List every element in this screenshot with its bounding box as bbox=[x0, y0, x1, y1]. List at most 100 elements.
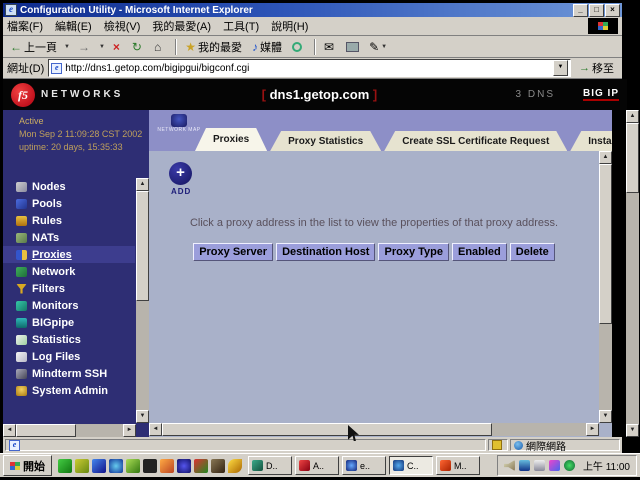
scrollbar-thumb[interactable] bbox=[626, 123, 639, 193]
scroll-down-icon[interactable]: ▼ bbox=[626, 424, 639, 437]
volume-icon[interactable] bbox=[504, 460, 515, 471]
go-button[interactable]: → 移至 bbox=[575, 59, 618, 77]
maximize-button[interactable]: □ bbox=[589, 4, 604, 17]
sidebar-item-pools[interactable]: Pools bbox=[3, 195, 135, 212]
task-button-3[interactable]: e.. bbox=[342, 456, 386, 475]
tab-create-ssl-certificate-request[interactable]: Create SSL Certificate Request bbox=[384, 131, 567, 151]
scroll-left-icon[interactable]: ◄ bbox=[149, 423, 162, 436]
frame-vertical-scrollbar[interactable]: ▲ ▼ bbox=[599, 151, 612, 423]
scroll-down-icon[interactable]: ▼ bbox=[599, 410, 612, 423]
page-icon: e bbox=[51, 63, 62, 74]
task-button-2[interactable]: A.. bbox=[295, 456, 339, 475]
network-status-icon[interactable] bbox=[534, 460, 545, 471]
media-button[interactable]: ♪ 媒體 bbox=[249, 38, 285, 56]
minimize-button[interactable]: _ bbox=[573, 4, 588, 17]
stop-button[interactable]: × bbox=[110, 39, 125, 55]
sidebar-item-mindterm-ssh[interactable]: Mindterm SSH bbox=[3, 365, 135, 382]
quicklaunch-icon[interactable] bbox=[228, 459, 242, 473]
tab-install-ssl-certificate[interactable]: Install SSL Certif bbox=[570, 131, 612, 151]
add-proxy-label: ADD bbox=[171, 187, 191, 196]
scroll-right-icon[interactable]: ► bbox=[586, 423, 599, 436]
quicklaunch-icon[interactable] bbox=[160, 459, 174, 473]
sidebar-item-bigpipe[interactable]: BIGpipe bbox=[3, 314, 135, 331]
scrollbar-thumb[interactable] bbox=[136, 191, 149, 301]
address-url[interactable]: http://dns1.getop.com/bigipgui/bigconf.c… bbox=[65, 63, 553, 74]
sidebar-item-monitors[interactable]: Monitors bbox=[3, 297, 135, 314]
menu-file[interactable]: 檔案(F) bbox=[7, 18, 43, 34]
proxy-table-header-row: Proxy Server Destination Host Proxy Type… bbox=[149, 243, 599, 261]
menu-help[interactable]: 說明(H) bbox=[271, 18, 308, 34]
scrollbar-thumb[interactable] bbox=[16, 424, 76, 437]
favorites-button[interactable]: ★ 我的最愛 bbox=[182, 38, 245, 56]
scroll-up-icon[interactable]: ▲ bbox=[599, 151, 612, 164]
sidebar-item-network[interactable]: Network bbox=[3, 263, 135, 280]
sidebar-item-rules[interactable]: Rules bbox=[3, 212, 135, 229]
sidebar-horizontal-scrollbar[interactable]: ◄ ► bbox=[3, 424, 136, 437]
quicklaunch-icon[interactable] bbox=[126, 459, 140, 473]
scroll-left-icon[interactable]: ◄ bbox=[3, 424, 16, 437]
display-icon[interactable] bbox=[519, 460, 530, 471]
sidebar-item-statistics[interactable]: Statistics bbox=[3, 331, 135, 348]
back-button[interactable]: ← 上一頁 bbox=[7, 38, 60, 56]
add-proxy-button[interactable]: + bbox=[169, 162, 192, 185]
quicklaunch-icon[interactable] bbox=[75, 459, 89, 473]
address-dropdown-icon[interactable]: ▼ bbox=[553, 60, 568, 76]
scheduler-icon[interactable] bbox=[549, 460, 560, 471]
frame-horizontal-scrollbar[interactable]: ◄ ► bbox=[149, 423, 599, 436]
sidebar-item-nats[interactable]: NATs bbox=[3, 229, 135, 246]
scroll-right-icon[interactable]: ► bbox=[123, 424, 136, 437]
sidebar-item-proxies[interactable]: Proxies bbox=[3, 246, 135, 263]
start-button[interactable]: 開始 bbox=[3, 455, 52, 476]
history-button[interactable] bbox=[289, 41, 305, 53]
quicklaunch-icon[interactable] bbox=[177, 459, 191, 473]
tab-proxies[interactable]: Proxies bbox=[195, 128, 267, 151]
menu-favorites[interactable]: 我的最愛(A) bbox=[152, 18, 211, 34]
quicklaunch-icon[interactable] bbox=[109, 459, 123, 473]
antivirus-icon[interactable] bbox=[564, 460, 575, 471]
back-dropdown-icon[interactable]: ▼ bbox=[64, 44, 70, 50]
scrollbar-track bbox=[162, 423, 586, 436]
address-input[interactable]: e http://dns1.getop.com/bigipgui/bigconf… bbox=[48, 59, 571, 77]
page-vertical-scrollbar[interactable]: ▲ ▼ bbox=[626, 110, 639, 437]
task-button-4-active[interactable]: C.. bbox=[389, 456, 433, 475]
scroll-up-icon[interactable]: ▲ bbox=[626, 110, 639, 123]
scroll-down-icon[interactable]: ▼ bbox=[136, 410, 149, 423]
task-button-1[interactable]: D.. bbox=[248, 456, 292, 475]
scrollbar-thumb[interactable] bbox=[599, 164, 612, 324]
menu-tools[interactable]: 工具(T) bbox=[223, 18, 259, 34]
quicklaunch-icon[interactable] bbox=[58, 459, 72, 473]
taskbar-clock[interactable]: 上午 11:00 bbox=[583, 458, 630, 473]
mail-button[interactable]: ✉ bbox=[321, 39, 339, 55]
scrollbar-thumb[interactable] bbox=[162, 423, 492, 436]
forward-button[interactable]: → bbox=[75, 39, 95, 55]
quicklaunch-icon[interactable] bbox=[194, 459, 208, 473]
status-message-pane: e bbox=[5, 439, 486, 451]
close-button[interactable]: × bbox=[605, 4, 620, 17]
taskbar: 開始 D.. A.. e.. C.. M.. bbox=[0, 453, 640, 477]
menu-view[interactable]: 檢視(V) bbox=[104, 18, 141, 34]
quicklaunch-icon[interactable] bbox=[92, 459, 106, 473]
edit-button[interactable]: ✎ ▼ bbox=[366, 39, 395, 55]
banner-link-bigip[interactable]: BIG IP bbox=[583, 88, 619, 101]
sidebar-item-system-admin[interactable]: System Admin bbox=[3, 382, 135, 399]
tab-proxy-statistics[interactable]: Proxy Statistics bbox=[270, 131, 381, 151]
network-map-icon bbox=[171, 114, 187, 127]
media-label: 媒體 bbox=[260, 39, 282, 55]
scroll-up-icon[interactable]: ▲ bbox=[136, 178, 149, 191]
sidebar-item-filters[interactable]: Filters bbox=[3, 280, 135, 297]
column-header-proxy-server: Proxy Server bbox=[193, 243, 273, 261]
banner-link-3dns[interactable]: 3 DNS bbox=[516, 89, 555, 100]
rules-icon bbox=[16, 216, 27, 226]
sidebar-vertical-scrollbar[interactable]: ▲ ▼ bbox=[136, 178, 149, 423]
print-button[interactable] bbox=[343, 41, 362, 53]
refresh-button[interactable]: ↻ bbox=[129, 39, 147, 55]
quicklaunch-icon[interactable] bbox=[143, 459, 157, 473]
forward-dropdown-icon[interactable]: ▼ bbox=[99, 44, 105, 50]
quicklaunch-icon[interactable] bbox=[211, 459, 225, 473]
menu-edit[interactable]: 編輯(E) bbox=[55, 18, 92, 34]
sidebar-item-log-files[interactable]: Log Files bbox=[3, 348, 135, 365]
home-button[interactable]: ⌂ bbox=[151, 39, 166, 55]
sidebar-item-nodes[interactable]: Nodes bbox=[3, 178, 135, 195]
task-button-5[interactable]: M.. bbox=[436, 456, 480, 475]
task-icon bbox=[299, 460, 310, 471]
